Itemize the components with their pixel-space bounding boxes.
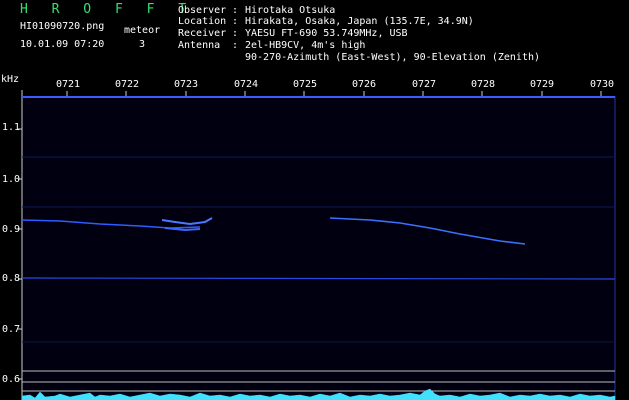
antenna-colon: : — [232, 40, 239, 51]
y-tick-marks — [18, 128, 22, 380]
x-tick-label: 0721 — [56, 79, 81, 90]
plot-background — [22, 96, 615, 400]
receiver-label: Receiver — [178, 28, 227, 39]
location-label: Location — [178, 16, 227, 27]
counter-value: 3 — [139, 39, 146, 50]
y-tick-label: 1.1 — [2, 122, 21, 133]
x-tick-label: 0725 — [293, 79, 318, 90]
observer-value: Hirotaka Otsuka — [245, 5, 336, 16]
antenna-value-1: 2el-HB9CV, 4m's high — [245, 40, 366, 51]
observer-label: Observer — [178, 5, 227, 16]
app-title: H R O F F T — [20, 2, 195, 17]
x-tick-label: 0727 — [412, 79, 437, 90]
antenna-value-2: 90-270-Azimuth (East-West), 90-Elevation… — [245, 52, 541, 63]
y-axis-unit: kHz — [1, 74, 20, 85]
x-tick-label: 0724 — [234, 79, 259, 90]
x-tick-label: 0729 — [530, 79, 555, 90]
location-value: Hirakata, Osaka, Japan (135.7E, 34.9N) — [245, 16, 474, 27]
y-tick-label: 0.7 — [2, 324, 21, 335]
date-time: 10.01.09 07:20 — [20, 39, 105, 50]
counter-label: meteor — [124, 25, 161, 36]
x-tick-label: 0722 — [115, 79, 140, 90]
y-tick-label: 0.9 — [2, 224, 21, 235]
hrofft-screen: H R O F F T HI01090720.png 10.01.09 07:2… — [0, 0, 629, 400]
x-tick-label: 0723 — [174, 79, 199, 90]
receiver-colon: : — [232, 28, 239, 39]
antenna-label: Antenna — [178, 40, 221, 51]
receiver-value: YAESU FT-690 53.749MHz, USB — [245, 28, 408, 39]
file-name: HI01090720.png — [20, 21, 105, 32]
observer-colon: : — [232, 5, 239, 16]
y-tick-label: 1.0 — [2, 174, 21, 185]
y-tick-label: 0.8 — [2, 273, 21, 284]
x-tick-label: 0728 — [471, 79, 496, 90]
location-colon: : — [232, 16, 239, 27]
x-tick-label: 0726 — [352, 79, 377, 90]
y-tick-label: 0.6 — [2, 374, 21, 385]
x-tick-label: 0730 — [590, 79, 615, 90]
